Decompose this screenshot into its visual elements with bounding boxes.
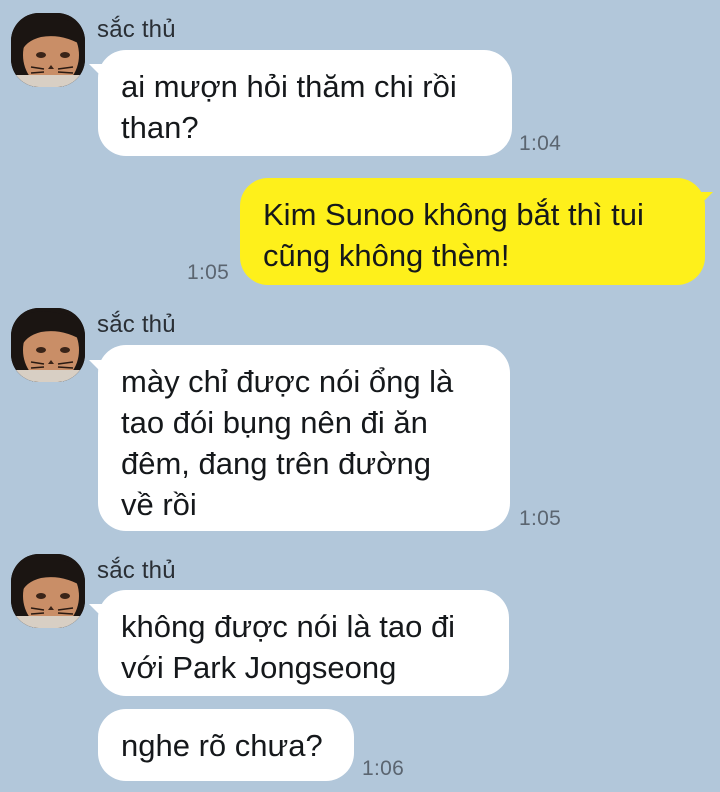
sender-name: sắc thủ <box>97 16 176 43</box>
sender-name: sắc thủ <box>97 557 176 584</box>
profile-photo-cat-face-icon <box>11 554 85 628</box>
message-timestamp: 1:05 <box>187 261 230 284</box>
incoming-message-bubble[interactable]: ai mượn hỏi thăm chi rồi than? <box>98 50 512 156</box>
profile-photo-cat-face-icon <box>11 308 85 382</box>
incoming-message-bubble[interactable]: mày chỉ được nói ổng là tao đói bụng nên… <box>98 345 510 531</box>
sender-avatar[interactable] <box>11 13 85 87</box>
profile-photo-cat-face-icon <box>11 13 85 87</box>
incoming-message-bubble[interactable]: nghe rõ chưa? <box>98 709 354 781</box>
sender-avatar[interactable] <box>11 554 85 628</box>
outgoing-message-bubble[interactable]: Kim Sunoo không bắt thì tui cũng không t… <box>240 178 705 285</box>
message-timestamp: 1:06 <box>362 757 405 780</box>
message-timestamp: 1:04 <box>519 132 562 155</box>
incoming-message-bubble[interactable]: không được nói là tao đi với Park Jongse… <box>98 590 509 696</box>
message-timestamp: 1:05 <box>519 507 562 530</box>
sender-name: sắc thủ <box>97 311 176 338</box>
bubble-tail <box>697 192 713 208</box>
chat-room[interactable]: sắc thủ ai mượn hỏi thăm chi rồi than? 1… <box>0 0 720 792</box>
sender-avatar[interactable] <box>11 308 85 382</box>
